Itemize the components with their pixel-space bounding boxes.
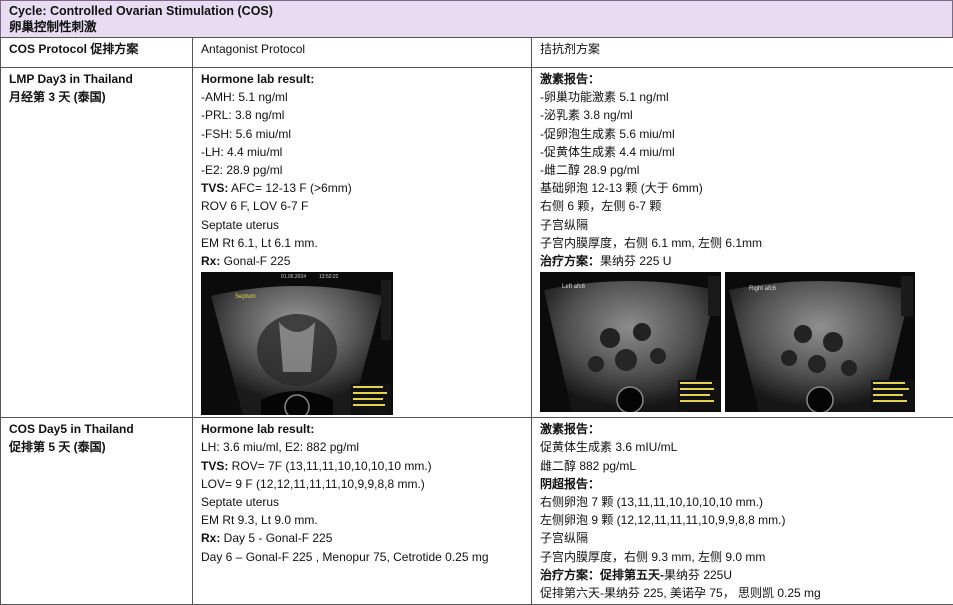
- day5-zh-cell: 激素报告： 促黄体生成素 3.6 mIU/mL 雌二醇 882 pg/mL 阴超…: [532, 418, 953, 605]
- rx-label: Rx:: [201, 254, 220, 268]
- day3-zh-line: -泌乳素 3.8 ng/ml: [540, 106, 945, 124]
- cycle-title-en: Cycle: Controlled Ovarian Stimulation (C…: [9, 3, 944, 19]
- document-sheet: Cycle: Controlled Ovarian Stimulation (C…: [0, 0, 953, 593]
- cos-table: COS Protocol 促排方案 Antagonist Protocol 拮抗…: [0, 37, 953, 605]
- day3-zh-line: 子宫纵隔: [540, 216, 945, 234]
- day3-zh-line: 子宫内膜厚度，右侧 6.1 mm, 左侧 6.1mm: [540, 234, 945, 252]
- day3-zh-line: 右侧 6 颗，左侧 6-7 颗: [540, 197, 945, 215]
- tvs-label: TVS:: [201, 459, 228, 473]
- ultrasound-image-left: Left afc6: [540, 272, 721, 412]
- day3-zh-line: -促黄体生成素 4.4 miu/ml: [540, 143, 945, 161]
- day5-en-line: LOV= 9 F (12,12,11,11,11,10,9,9,8,8 mm.): [201, 475, 523, 493]
- zh-rx-text: 果纳芬 225 U: [600, 254, 671, 268]
- day3-en-line: ROV 6 F, LOV 6-7 F: [201, 197, 523, 215]
- protocol-row: COS Protocol 促排方案 Antagonist Protocol 拮抗…: [1, 38, 953, 68]
- day5-en-line: Day 6 – Gonal-F 225 , Menopur 75, Cetrot…: [201, 548, 523, 566]
- day3-en-line: -LH: 4.4 miu/ml: [201, 143, 523, 161]
- protocol-zh: 拮抗剂方案: [532, 38, 953, 68]
- day5-zh-line: 雌二醇 882 pg/mL: [540, 457, 945, 475]
- day5-zh-rx-line: 治疗方案：促排第五天-果纳芬 225U: [540, 566, 945, 584]
- zh-rx-text: 果纳芬 225U: [664, 568, 732, 582]
- zh-rx-label: 治疗方案：: [540, 254, 600, 268]
- tvs-text: ROV= 7F (13,11,11,10,10,10,10 mm.): [228, 459, 431, 473]
- day5-zh-us-heading: 阴超报告：: [540, 475, 945, 493]
- day5-zh-line: 促排第六天-果纳芬 225, 美诺孕 75， 思则凯 0.25 mg: [540, 584, 945, 602]
- day3-en-line: -FSH: 5.6 miu/ml: [201, 125, 523, 143]
- day3-en-line: EM Rt 6.1, Lt 6.1 mm.: [201, 234, 523, 252]
- day5-label-zh: 促排第 5 天 (泰国): [9, 438, 184, 456]
- cycle-header: Cycle: Controlled Ovarian Stimulation (C…: [0, 0, 953, 38]
- ultrasound-time: 13:52:22: [319, 274, 338, 280]
- rx-text: Day 5 - Gonal-F 225: [220, 531, 332, 545]
- tvs-label: TVS:: [201, 181, 228, 195]
- day3-zh-line: -雌二醇 28.9 pg/ml: [540, 161, 945, 179]
- day3-rx-line: Rx: Gonal-F 225: [201, 252, 523, 270]
- ultrasound-image-septum: Septum 01.05.2024 13:52:22: [201, 272, 393, 415]
- day3-zh-line: -卵巢功能激素 5.1 ng/ml: [540, 88, 945, 106]
- day3-row: LMP Day3 in Thailand 月经第 3 天 (泰国) Hormon…: [1, 68, 953, 418]
- rx-label: Rx:: [201, 531, 220, 545]
- day5-label-en: COS Day5 in Thailand: [9, 420, 184, 438]
- day3-en-line: -AMH: 5.1 ng/ml: [201, 88, 523, 106]
- day3-tvs-line: TVS: AFC= 12-13 F (>6mm): [201, 179, 523, 197]
- day5-en-line: EM Rt 9.3, Lt 9.0 mm.: [201, 511, 523, 529]
- day3-en-line: -PRL: 3.8 ng/ml: [201, 106, 523, 124]
- day5-row: COS Day5 in Thailand 促排第 5 天 (泰国) Hormon…: [1, 418, 953, 605]
- ultrasound-label: Left afc6: [562, 284, 585, 291]
- day5-zh-heading: 激素报告：: [540, 420, 945, 438]
- ultrasound-image-row: Left afc6: [540, 272, 945, 412]
- day3-zh-cell: 激素报告： -卵巢功能激素 5.1 ng/ml -泌乳素 3.8 ng/ml -…: [532, 68, 953, 418]
- day5-zh-line: 左侧卵泡 9 颗 (12,12,11,11,11,10,9,9,8,8 mm.): [540, 511, 945, 529]
- day3-en-line: Septate uterus: [201, 216, 523, 234]
- day5-en-cell: Hormone lab result: LH: 3.6 miu/ml, E2: …: [193, 418, 532, 605]
- day3-zh-line: -促卵泡生成素 5.6 miu/ml: [540, 125, 945, 143]
- day5-en-line: LH: 3.6 miu/ml, E2: 882 pg/ml: [201, 438, 523, 456]
- day3-zh-line: 基础卵泡 12-13 颗 (大于 6mm): [540, 179, 945, 197]
- day5-en-heading: Hormone lab result:: [201, 420, 523, 438]
- zh-rx-label: 治疗方案：促排第五天-: [540, 568, 664, 582]
- day3-zh-rx-line: 治疗方案：果纳芬 225 U: [540, 252, 945, 270]
- day5-label: COS Day5 in Thailand 促排第 5 天 (泰国): [1, 418, 193, 605]
- day3-label: LMP Day3 in Thailand 月经第 3 天 (泰国): [1, 68, 193, 418]
- ultrasound-date: 01.05.2024: [281, 274, 306, 280]
- tvs-text: AFC= 12-13 F (>6mm): [228, 181, 351, 195]
- cycle-title-zh: 卵巢控制性刺激: [9, 19, 944, 35]
- day5-en-line: Septate uterus: [201, 493, 523, 511]
- day5-zh-line: 促黄体生成素 3.6 mIU/mL: [540, 438, 945, 456]
- protocol-label: COS Protocol 促排方案: [1, 38, 193, 68]
- day5-zh-line: 右侧卵泡 7 颗 (13,11,11,10,10,10,10 mm.): [540, 493, 945, 511]
- day3-zh-heading: 激素报告：: [540, 70, 945, 88]
- day5-tvs-line: TVS: ROV= 7F (13,11,11,10,10,10,10 mm.): [201, 457, 523, 475]
- day5-rx-line: Rx: Day 5 - Gonal-F 225: [201, 529, 523, 547]
- day3-en-cell: Hormone lab result: -AMH: 5.1 ng/ml -PRL…: [193, 68, 532, 418]
- day5-zh-line: 子宫纵隔: [540, 529, 945, 547]
- ultrasound-image-right: Right afc6: [725, 272, 915, 412]
- protocol-en: Antagonist Protocol: [193, 38, 532, 68]
- day3-label-en: LMP Day3 in Thailand: [9, 70, 184, 88]
- day3-en-heading: Hormone lab result:: [201, 70, 523, 88]
- ultrasound-label: Right afc6: [749, 286, 776, 293]
- ultrasound-label: Septum: [235, 294, 256, 301]
- day5-zh-line: 子宫内膜厚度，右侧 9.3 mm, 左侧 9.0 mm: [540, 548, 945, 566]
- day3-en-line: -E2: 28.9 pg/ml: [201, 161, 523, 179]
- day3-label-zh: 月经第 3 天 (泰国): [9, 88, 184, 106]
- rx-text: Gonal-F 225: [220, 254, 290, 268]
